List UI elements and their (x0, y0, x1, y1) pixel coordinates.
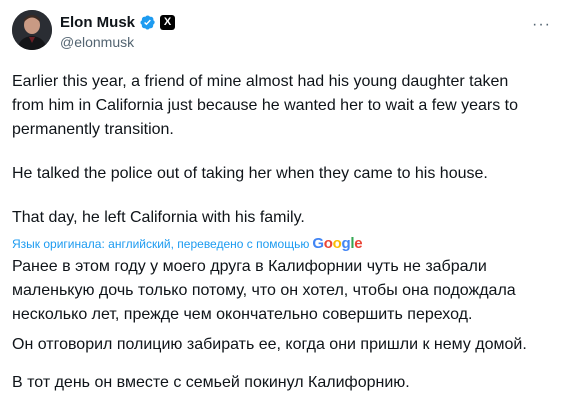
x-logo-icon: X (160, 14, 176, 30)
avatar[interactable] (12, 10, 52, 50)
author-name[interactable]: Elon Musk (60, 14, 135, 31)
translated-paragraph-2: Он отговорил полицию забирать ее, когда … (12, 336, 527, 353)
translated-paragraph-3: В тот день он вместе с семьей покинул Ка… (12, 374, 410, 391)
author-name-row: Elon Musk X (60, 12, 176, 32)
translation-note: Язык оригинала: английский, переведено с… (12, 236, 310, 251)
translated-paragraph-1: Ранее в этом году у моего друга в Калифо… (12, 258, 516, 323)
author-handle[interactable]: @elonmusk (60, 34, 134, 50)
more-options-icon[interactable]: ··· (532, 16, 551, 34)
original-paragraph-2: He talked the police out of taking her w… (12, 165, 488, 182)
original-paragraph-3: That day, he left California with his fa… (12, 209, 305, 226)
original-paragraph-1: Earlier this year, a friend of mine almo… (12, 73, 519, 138)
avatar-image (12, 10, 52, 50)
verified-badge-icon (140, 14, 155, 30)
translation-attribution[interactable]: Язык оригинала: английский, переведено с… (12, 235, 363, 252)
google-logo: Google (312, 235, 363, 252)
